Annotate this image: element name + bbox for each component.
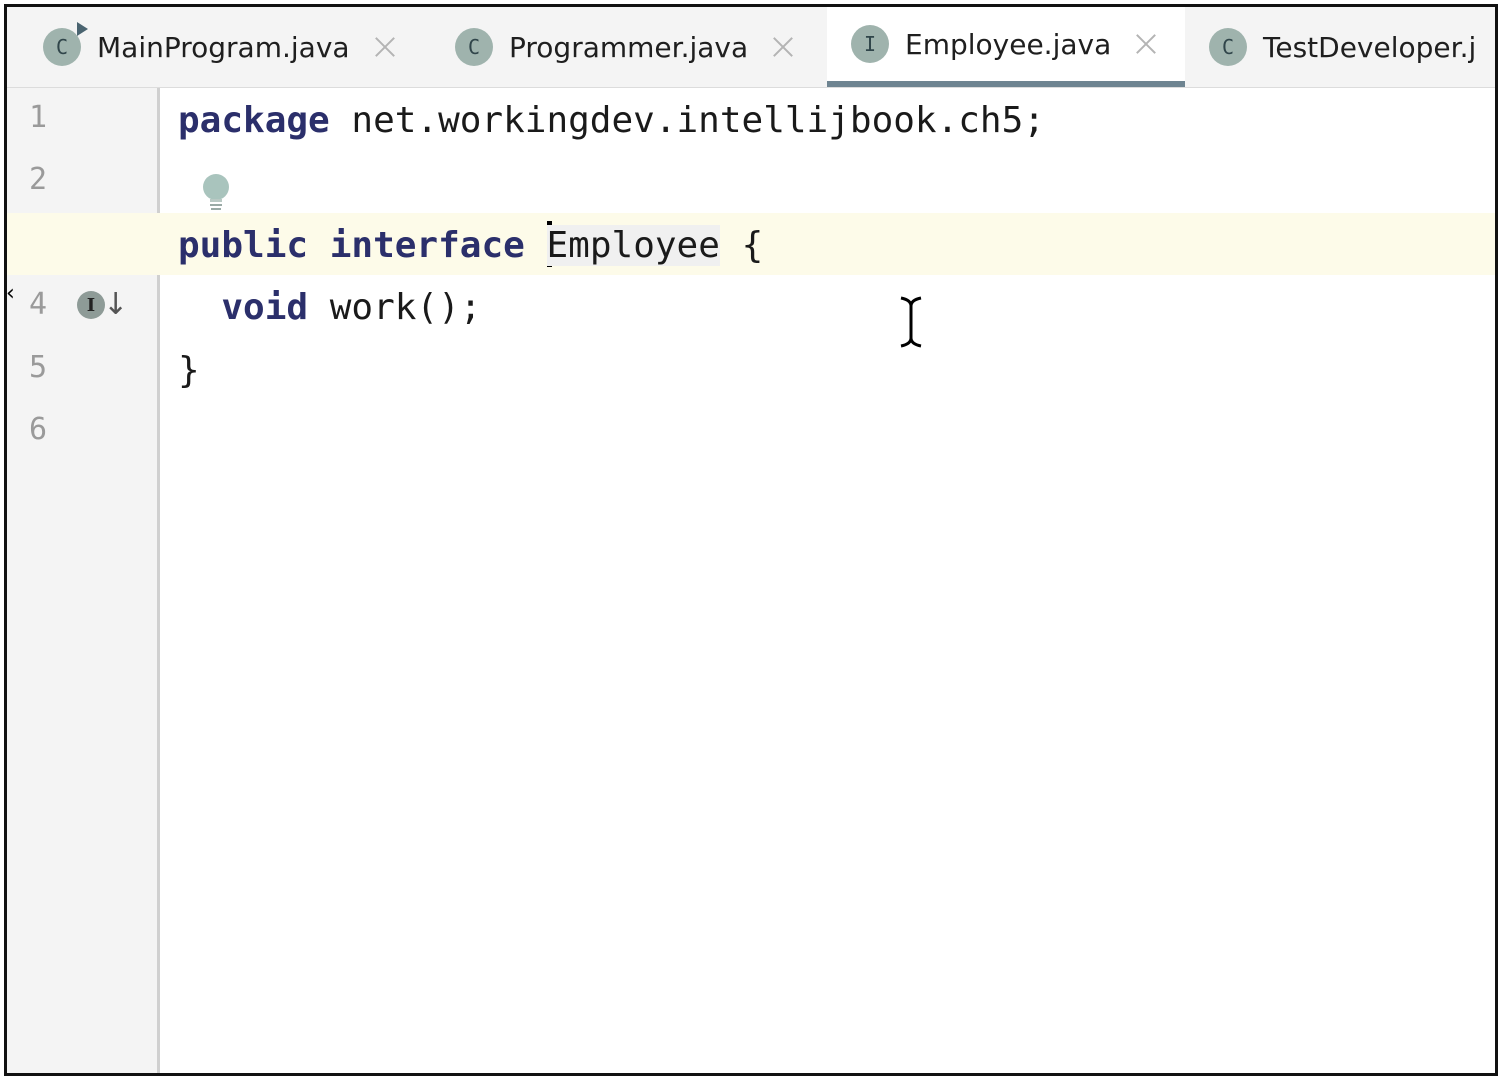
keyword: package — [178, 100, 330, 141]
code-text: } — [178, 350, 200, 391]
code-line-3[interactable]: public interface Employee { — [178, 215, 763, 277]
tab-testdeveloper[interactable]: C TestDeveloper.j — [1199, 7, 1495, 87]
class-icon: C — [1209, 28, 1247, 66]
keyword: void — [221, 287, 309, 328]
close-icon[interactable] — [374, 36, 396, 58]
tab-mainprogram[interactable]: C MainProgram.java — [33, 7, 433, 87]
gutter-line-4: 4 I ↓ — [7, 275, 157, 337]
line-number: 6 — [29, 412, 48, 447]
code-line-5[interactable]: } — [178, 340, 200, 402]
tab-label: TestDeveloper.j — [1263, 30, 1477, 64]
interface-icon: I — [851, 25, 889, 63]
code-text: work(); — [308, 287, 482, 328]
keyword: public — [178, 225, 309, 266]
interface-name[interactable]: Employee — [546, 225, 720, 266]
line-number: 5 — [29, 350, 48, 385]
editor-tab-bar: C MainProgram.java C Programmer.java I E… — [7, 7, 1495, 88]
class-runnable-icon: C — [43, 22, 88, 66]
code-line-4[interactable]: void work(); — [178, 277, 481, 339]
keyword: interface — [329, 225, 525, 266]
text-cursor-icon — [900, 296, 922, 348]
ide-window: C MainProgram.java C Programmer.java I E… — [4, 4, 1498, 1076]
code-text: net.workingdev.intellijbook.ch5; — [329, 100, 1045, 141]
line-number: 1 — [29, 100, 48, 135]
tab-label: Employee.java — [905, 27, 1112, 61]
edge-marker-icon: ‹ — [6, 281, 15, 306]
line-number: 2 — [29, 162, 48, 197]
gutter-line-6: 6 — [7, 400, 157, 462]
gutter-line-1: 1 — [7, 88, 157, 150]
implemented-marker-icon[interactable]: I — [77, 291, 105, 319]
code-editor[interactable]: package net.workingdev.intellijbook.ch5;… — [7, 88, 1495, 1073]
gutter-line-2: 2 — [7, 150, 157, 212]
close-icon[interactable] — [1135, 33, 1157, 55]
tab-label: Programmer.java — [509, 30, 749, 64]
tab-label: MainProgram.java — [97, 30, 350, 64]
close-icon[interactable] — [772, 36, 794, 58]
line-number: 4 — [29, 287, 48, 322]
arrow-down-icon[interactable]: ↓ — [103, 287, 128, 322]
code-line-1[interactable]: package net.workingdev.intellijbook.ch5; — [178, 90, 1045, 152]
tab-programmer[interactable]: C Programmer.java — [445, 7, 825, 87]
tab-employee[interactable]: I Employee.java — [827, 7, 1185, 87]
code-text: { — [719, 225, 764, 266]
gutter-line-5: 5 — [7, 338, 157, 400]
class-icon: C — [455, 28, 493, 66]
lightbulb-icon[interactable] — [200, 173, 232, 213]
